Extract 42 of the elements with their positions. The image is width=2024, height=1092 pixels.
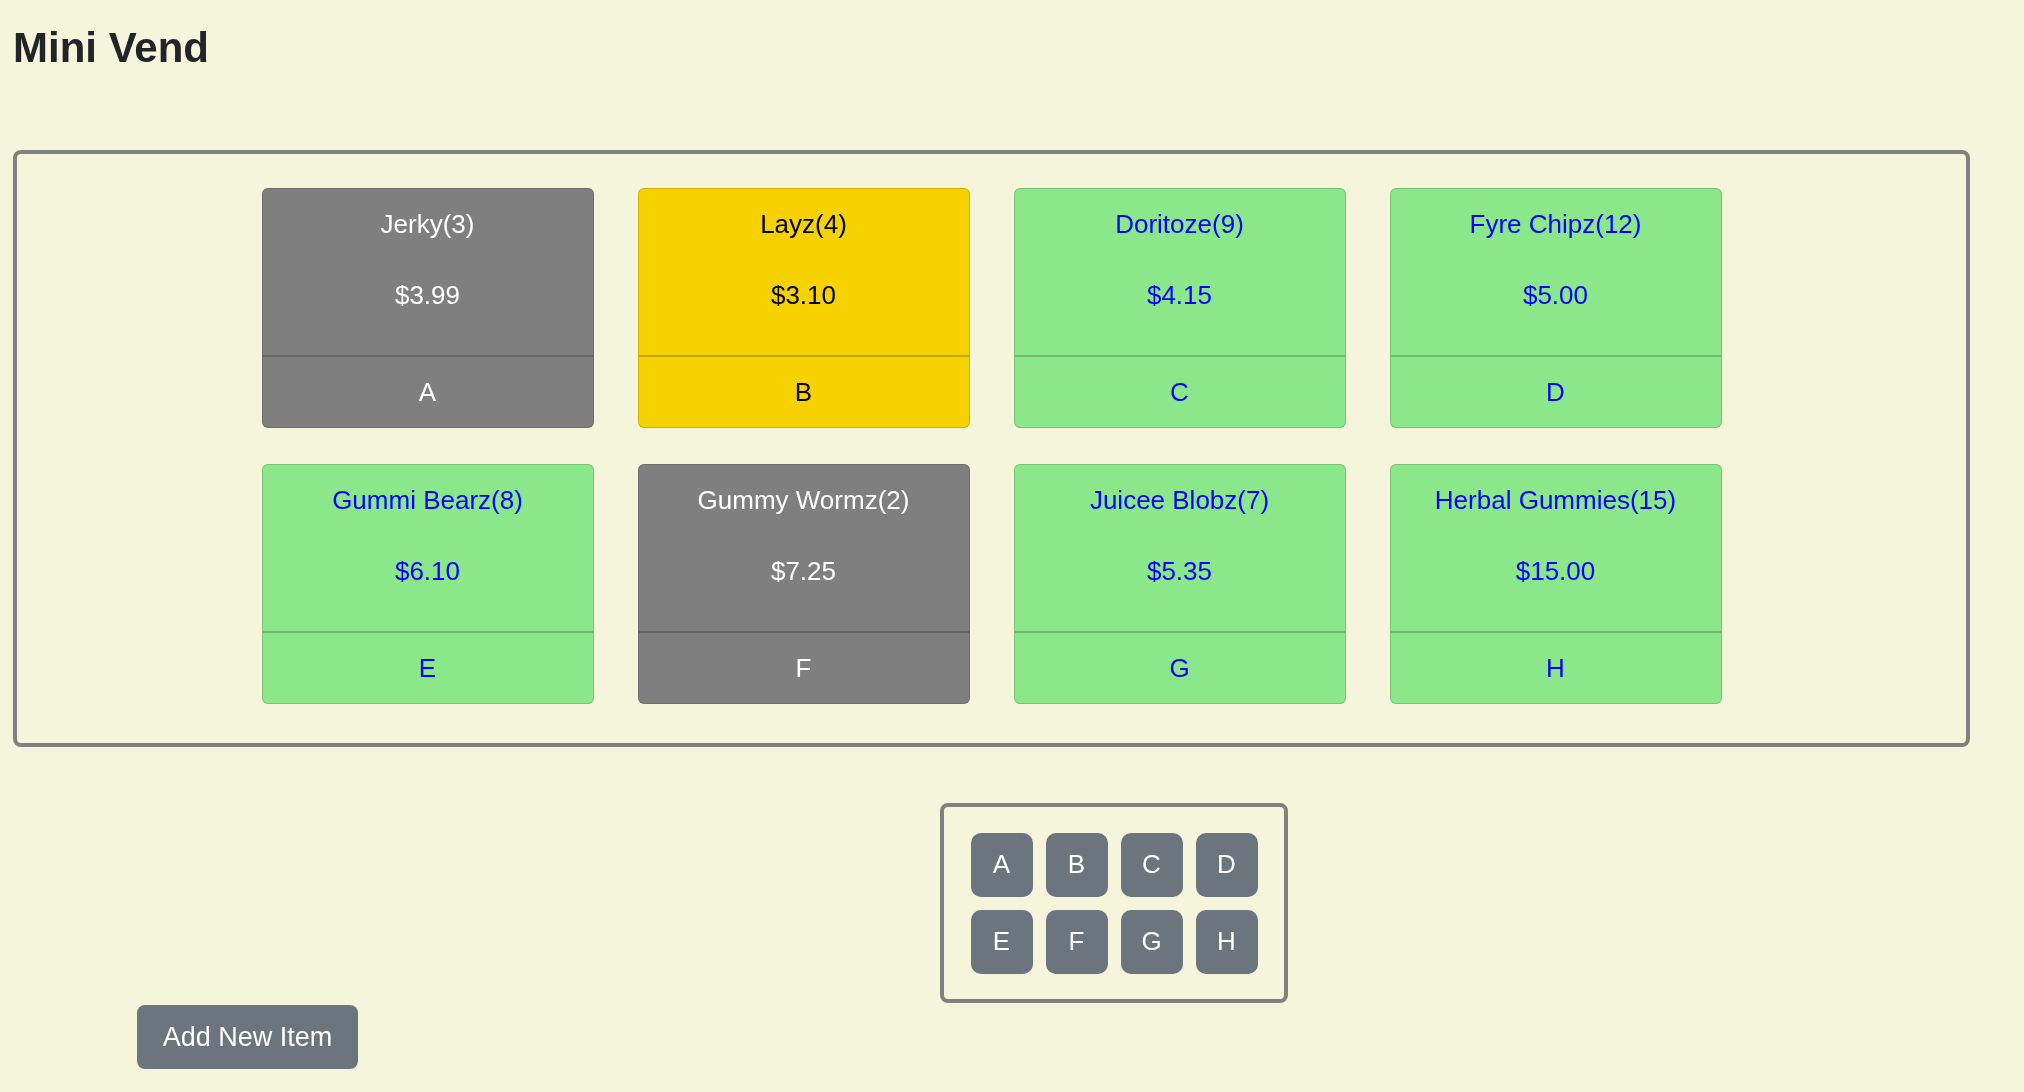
product-price: $3.10	[770, 280, 837, 311]
keypad-button[interactable]: A	[970, 832, 1033, 897]
page-title: Mini Vend	[12, 23, 210, 73]
product-price: $4.15	[1146, 280, 1213, 311]
product-card[interactable]: Doritoze(9) $4.15 C	[1013, 188, 1346, 428]
slot-label: H	[1546, 652, 1565, 684]
product-price: $3.99	[394, 280, 461, 311]
product-price: $5.00	[1522, 280, 1589, 311]
keypad-button[interactable]: E	[970, 909, 1033, 974]
product-card[interactable]: Fyre Chipz(12) $5.00 D	[1389, 188, 1722, 428]
product-card[interactable]: Gummi Bearz(8) $6.10 E	[261, 464, 594, 704]
slot-label: C	[1170, 376, 1189, 408]
product-price: $15.00	[1515, 556, 1596, 587]
keypad-button[interactable]: G	[1120, 909, 1183, 974]
product-name: Layz(4)	[760, 209, 847, 240]
slot-label: G	[1169, 652, 1190, 684]
product-name: Jerky(3)	[380, 209, 475, 240]
add-item-button[interactable]: Add New Item	[137, 1005, 358, 1069]
product-price: $5.35	[1146, 556, 1213, 587]
product-name: Doritoze(9)	[1115, 209, 1244, 240]
product-card[interactable]: Jerky(3) $3.99 A	[261, 188, 594, 428]
keypad-button[interactable]: C	[1120, 832, 1183, 897]
product-name: Fyre Chipz(12)	[1469, 209, 1642, 240]
product-card[interactable]: Gummy Wormz(2) $7.25 F	[637, 464, 970, 704]
slot-label: E	[418, 652, 437, 684]
product-name: Gummi Bearz(8)	[332, 485, 523, 516]
product-card[interactable]: Juicee Blobz(7) $5.35 G	[1013, 464, 1346, 704]
slot-label: A	[418, 376, 437, 408]
keypad-button[interactable]: F	[1045, 909, 1108, 974]
product-price: $6.10	[394, 556, 461, 587]
product-card[interactable]: Herbal Gummies(15) $15.00 H	[1389, 464, 1722, 704]
keypad-button[interactable]: H	[1195, 909, 1258, 974]
product-card[interactable]: Layz(4) $3.10 B	[637, 188, 970, 428]
product-name: Gummy Wormz(2)	[697, 485, 910, 516]
product-name: Herbal Gummies(15)	[1434, 485, 1677, 516]
slot-label: D	[1546, 376, 1565, 408]
product-name: Juicee Blobz(7)	[1089, 485, 1270, 516]
keypad-button[interactable]: B	[1045, 832, 1108, 897]
slot-label: B	[794, 376, 813, 408]
keypad-button[interactable]: D	[1195, 832, 1258, 897]
slot-label: F	[795, 652, 812, 684]
product-price: $7.25	[770, 556, 837, 587]
